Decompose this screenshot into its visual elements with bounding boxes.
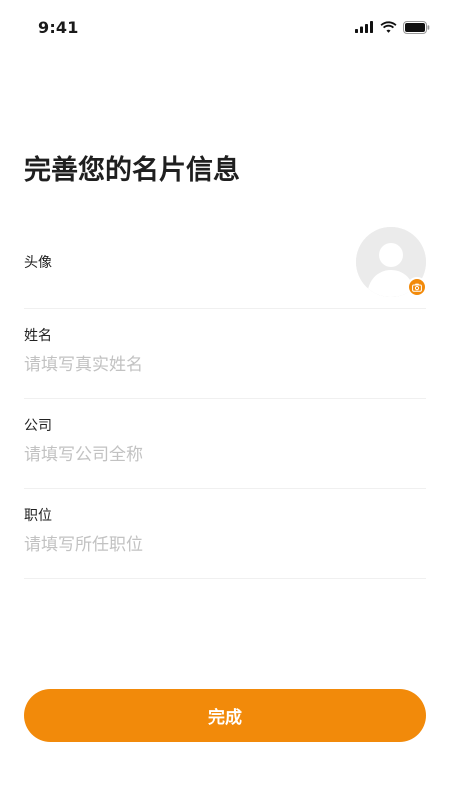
status-bar: 9:41 — [0, 0, 450, 54]
status-time: 9:41 — [38, 17, 79, 37]
signal-icon — [355, 21, 373, 33]
name-label: 姓名 — [24, 327, 52, 344]
avatar-row[interactable]: 头像 — [24, 216, 427, 309]
profile-form: 头像 姓名 请填写真实姓名 公司 请填写公司全称 职位 请填写所任职位 — [24, 216, 427, 579]
wifi-icon — [380, 21, 397, 33]
position-input[interactable] — [24, 534, 426, 555]
company-label: 公司 — [24, 417, 52, 434]
company-input[interactable] — [24, 444, 426, 465]
complete-button[interactable]: 完成 — [24, 689, 426, 742]
avatar-label: 头像 — [24, 255, 52, 271]
camera-badge[interactable] — [407, 277, 427, 297]
page-title: 完善您的名片信息 — [24, 155, 240, 186]
name-field-row: 姓名 — [24, 309, 426, 399]
battery-icon — [403, 20, 430, 34]
avatar-upload[interactable] — [356, 227, 427, 297]
position-field-row: 职位 — [24, 489, 426, 579]
company-field-row: 公司 — [24, 399, 426, 489]
profile-card-page: 9:41 完善您的名片信息 头像 姓名 请填写真实姓名 公司 请填写公司全称 职… — [0, 0, 450, 800]
camera-icon — [412, 283, 422, 292]
name-input[interactable] — [24, 354, 426, 375]
position-label: 职位 — [24, 507, 52, 524]
status-icons — [355, 20, 430, 34]
